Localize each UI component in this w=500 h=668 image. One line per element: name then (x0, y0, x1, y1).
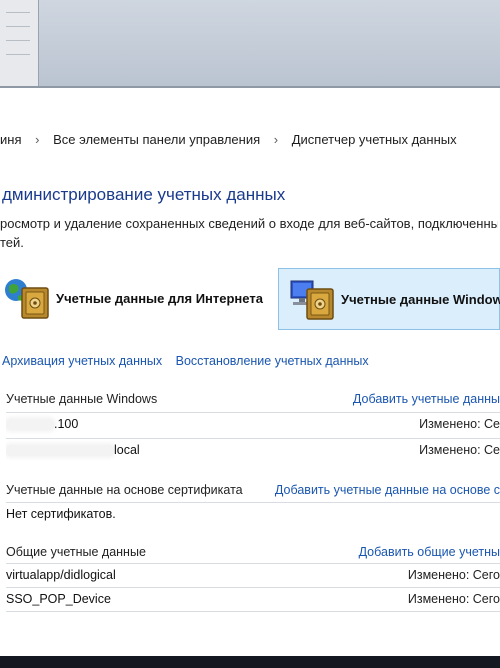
credential-modified: Изменено: Се (419, 443, 500, 457)
web-credentials-tile[interactable]: Учетные данные для Интернета (4, 268, 264, 328)
certificate-empty-row: Нет сертификатов. (6, 502, 500, 525)
credential-name-text: .100 (54, 417, 79, 431)
section-title: Учетные данные Windows (6, 392, 158, 406)
backup-credentials-link[interactable]: Архивация учетных данных (2, 354, 162, 368)
background-panel (0, 0, 39, 90)
add-generic-credential-link[interactable]: Добавить общие учетны (359, 545, 500, 559)
backup-restore-links: Архивация учетных данных Восстановление … (2, 354, 379, 368)
windows-credentials-vault-icon (289, 275, 337, 323)
breadcrumb-item-credential-manager[interactable]: Диспетчер учетных данных (292, 132, 457, 147)
taskbar (0, 656, 500, 668)
breadcrumb-item-control-panel[interactable]: иня (0, 132, 21, 147)
web-credentials-vault-icon (4, 274, 52, 322)
page-title: дминистрирование учетных данных (2, 185, 286, 204)
windows-credentials-section-header: Учетные данные Windows Добавить учетные … (6, 392, 500, 412)
windows-credential-row[interactable]: .100 Изменено: Се (6, 412, 500, 435)
generic-credentials-section-header: Общие учетные данные Добавить общие учет… (6, 545, 500, 565)
description-line: тей. (0, 235, 24, 250)
add-windows-credential-link[interactable]: Добавить учетные данны (353, 392, 500, 406)
no-certificates-message: Нет сертификатов. (6, 507, 116, 521)
windows-credentials-label: Учетные данные Windows (341, 291, 500, 307)
certificate-credentials-section-header: Учетные данные на основе сертификата Доб… (6, 483, 500, 503)
breadcrumb-separator-icon: › (35, 132, 40, 147)
credential-modified: Изменено: Сего (407, 592, 500, 606)
credential-name: virtualapp/didlogical (6, 568, 116, 582)
page-description: росмотр и удаление сохраненных сведений … (0, 214, 498, 252)
description-line: росмотр и удаление сохраненных сведений … (0, 216, 498, 231)
section-title: Учетные данные на основе сертификата (6, 483, 243, 497)
list-bottom-divider (6, 611, 500, 613)
credential-modified: Изменено: Сего (407, 568, 500, 582)
redacted-text (6, 445, 114, 457)
credential-name: local (6, 443, 140, 457)
credential-name: .100 (6, 417, 78, 431)
background-window (0, 0, 500, 96)
generic-credential-row[interactable]: SSO_POP_Device Изменено: Сего (6, 587, 500, 610)
windows-credentials-tile[interactable]: Учетные данные Windows (278, 268, 500, 330)
web-credentials-label: Учетные данные для Интернета (56, 290, 263, 306)
add-certificate-credential-link[interactable]: Добавить учетные данные на основе с (275, 483, 500, 497)
breadcrumb: иня › Все элементы панели управления › Д… (0, 132, 457, 147)
redacted-text (6, 419, 54, 431)
restore-credentials-link[interactable]: Восстановление учетных данных (176, 354, 369, 368)
breadcrumb-item-all-items[interactable]: Все элементы панели управления (53, 132, 260, 147)
section-title: Общие учетные данные (6, 545, 146, 559)
windows-credential-row[interactable]: local Изменено: Се (6, 438, 500, 461)
credential-modified: Изменено: Се (419, 417, 500, 431)
credential-name: SSO_POP_Device (6, 592, 111, 606)
generic-credential-row[interactable]: virtualapp/didlogical Изменено: Сего (6, 563, 500, 586)
credential-name-text: local (114, 443, 140, 457)
breadcrumb-separator-icon: › (273, 132, 279, 147)
credential-manager-window: иня › Все элементы панели управления › Д… (0, 86, 500, 658)
